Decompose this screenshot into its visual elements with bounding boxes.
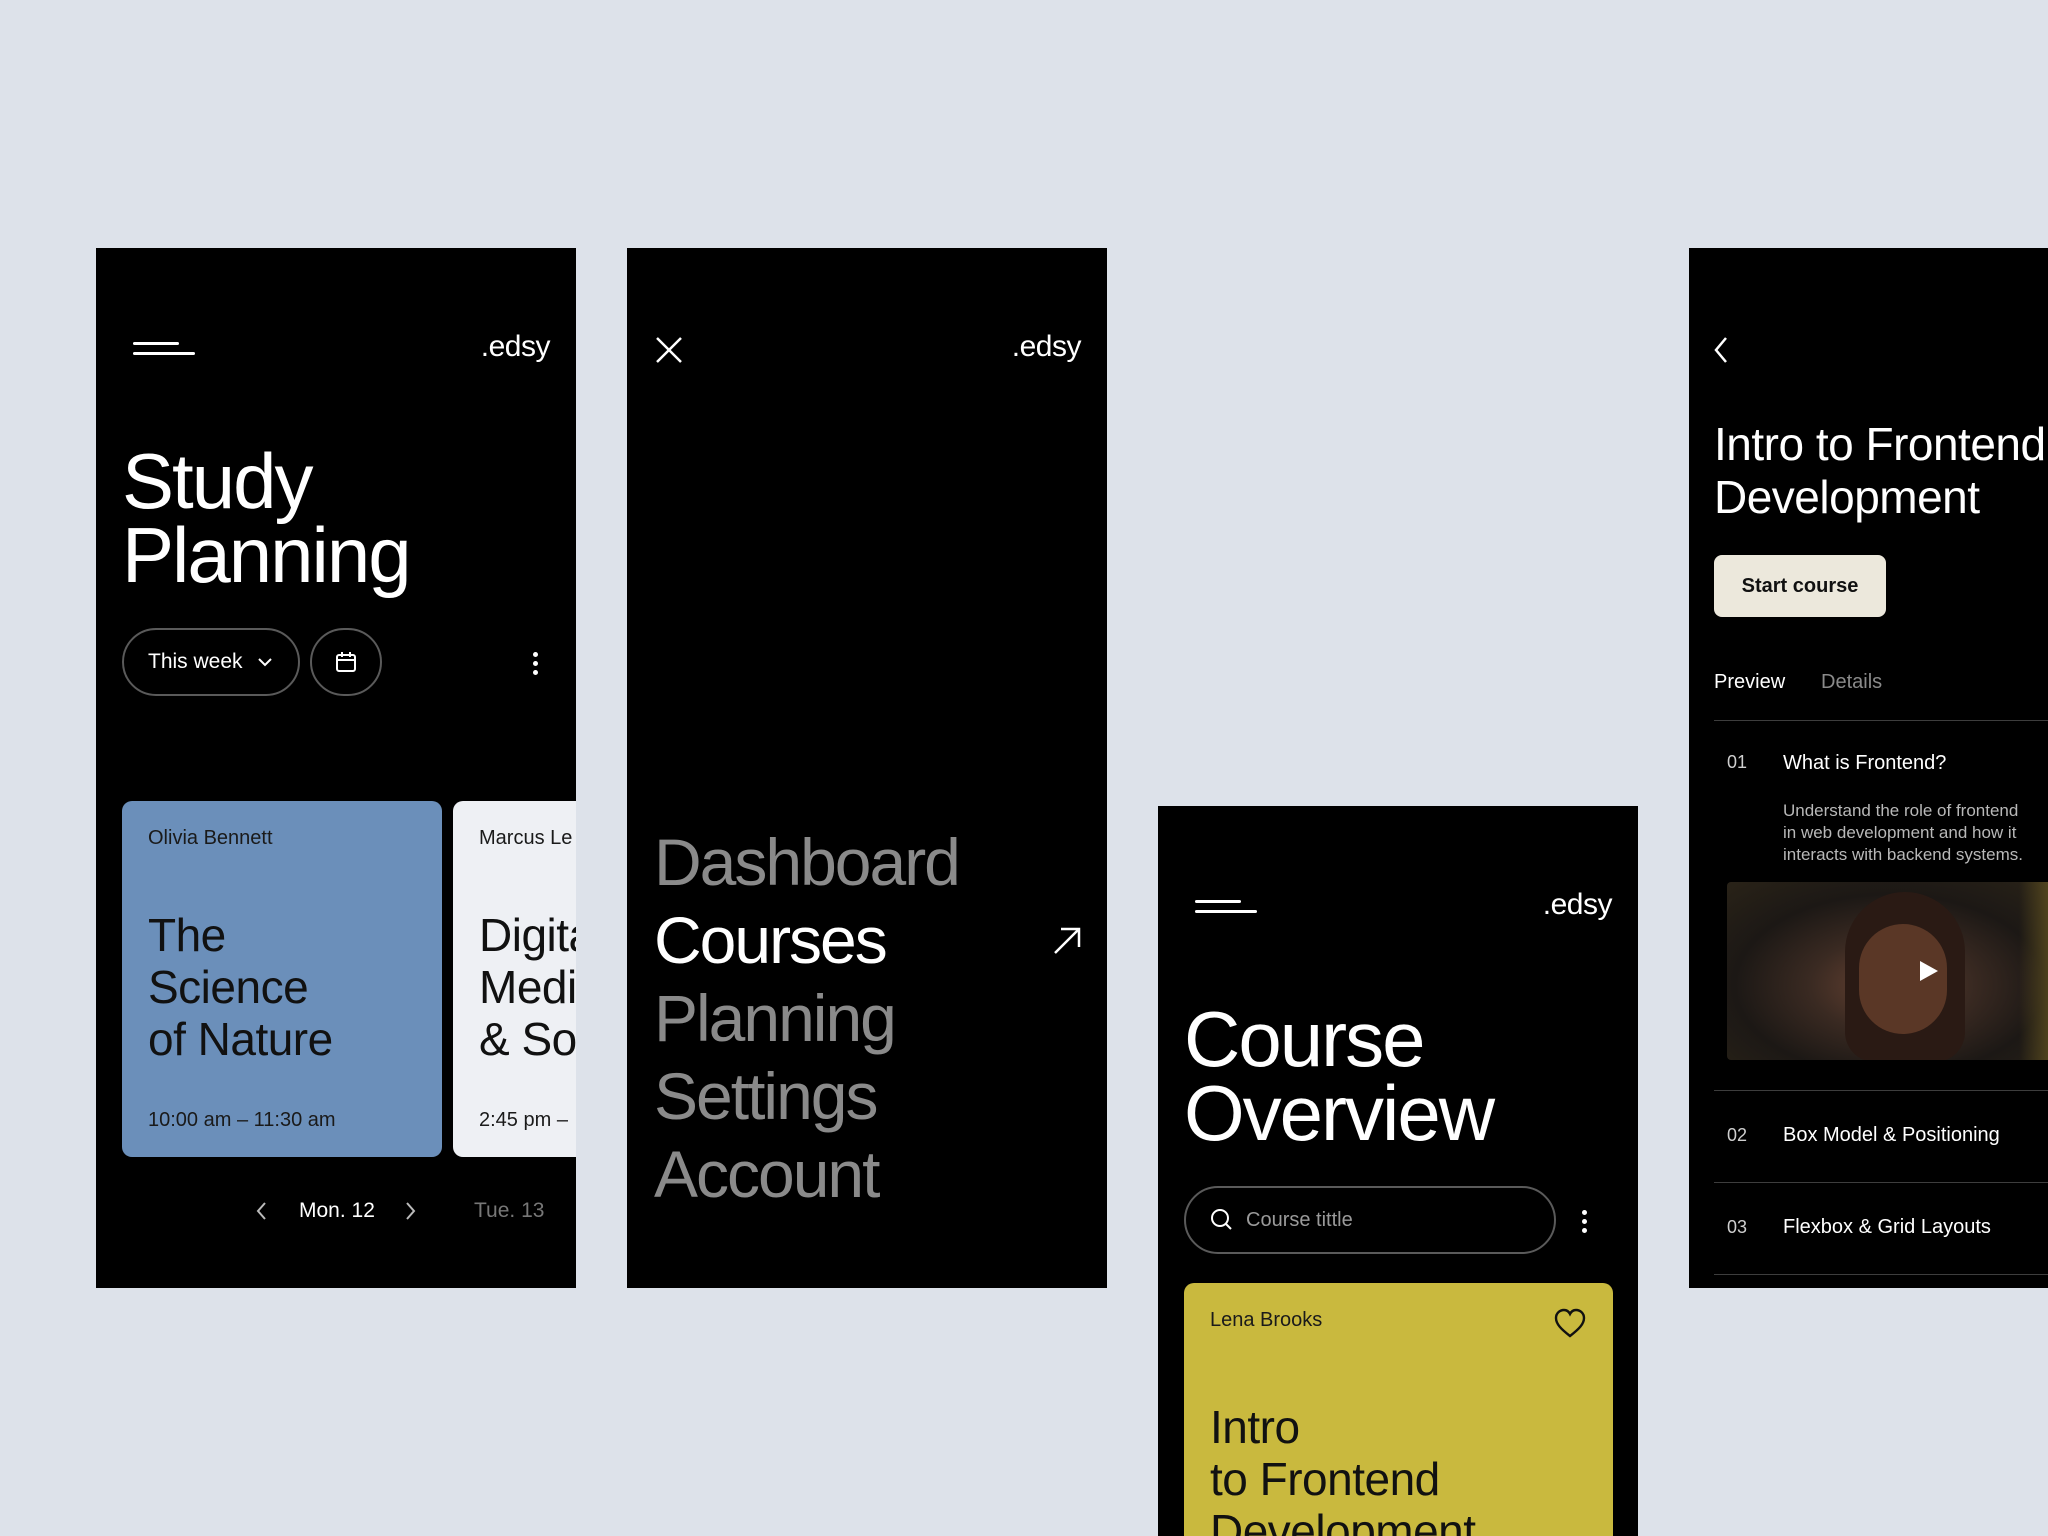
play-icon[interactable] [1915, 958, 1941, 984]
lesson-item[interactable]: 02 Box Model & Positioning [1714, 1090, 2048, 1182]
card-time: 2:45 pm – [479, 1109, 568, 1131]
search-placeholder: Course tittle [1246, 1208, 1353, 1231]
lesson-item[interactable]: 01 What is Frontend? Understand the role… [1714, 720, 2048, 1090]
menu-item-courses[interactable]: Courses [654, 901, 959, 979]
start-course-button[interactable]: Start course [1714, 555, 1886, 617]
brand-logo: .edsy [1011, 330, 1082, 363]
card-time: 10:00 am – 11:30 am [148, 1109, 336, 1131]
course-card[interactable]: Marcus Le Digita Medi & Soc 2:45 pm – [453, 801, 576, 1157]
chevron-right-icon[interactable] [400, 1199, 420, 1223]
menu-item-account[interactable]: Account [654, 1135, 959, 1213]
page-title: Study Planning [122, 437, 412, 599]
menu-item-dashboard[interactable]: Dashboard [654, 823, 961, 901]
brand-logo: .edsy [480, 330, 551, 363]
card-author: Lena Brooks [1210, 1309, 1323, 1331]
tab-preview[interactable]: Preview [1714, 671, 1785, 694]
menu-item-settings[interactable]: Settings [654, 1057, 959, 1135]
lesson-description: Understand the role of frontend in web d… [1783, 801, 2023, 864]
lesson-item[interactable]: 03 Flexbox & Grid Layouts [1714, 1182, 2048, 1274]
page-title: Course Overview [1184, 995, 1495, 1157]
week-filter-label: This week [148, 650, 243, 673]
chevron-left-icon[interactable] [252, 1199, 272, 1223]
next-day[interactable]: Tue. 13 [474, 1199, 544, 1223]
calendar-icon [336, 652, 356, 672]
navigation-menu-screen: .edsy Dashboard Courses Planning Setting… [627, 248, 1107, 1288]
course-overview-screen: .edsy Course Overview Course tittle Lena… [1158, 806, 1638, 1536]
brand-logo: .edsy [1542, 888, 1613, 921]
lesson-number: 02 [1727, 1125, 1748, 1145]
lesson-title: What is Frontend? [1783, 752, 1947, 774]
lesson-number: 01 [1727, 752, 1748, 772]
menu-icon[interactable] [133, 342, 195, 358]
course-card[interactable]: Olivia Bennett The Science of Nature 10:… [122, 801, 442, 1157]
tab-details[interactable]: Details [1821, 671, 1882, 694]
study-planning-screen: .edsy Study Planning This week Olivia Be… [96, 248, 576, 1288]
more-options-icon[interactable] [533, 648, 538, 679]
back-arrow-icon[interactable] [1709, 333, 1733, 367]
more-options-icon[interactable] [1582, 1206, 1587, 1237]
course-detail-screen: Intro to Frontend Development Start cour… [1689, 248, 2048, 1288]
calendar-button[interactable] [310, 628, 382, 696]
lesson-number: 03 [1727, 1217, 1748, 1237]
card-title: Intro to Frontend Development [1210, 1401, 1476, 1536]
lesson-title: Flexbox & Grid Layouts [1783, 1216, 1991, 1238]
current-day: Mon. 12 [299, 1199, 375, 1222]
background-glow [2019, 882, 2048, 1060]
lesson-title: Box Model & Positioning [1783, 1124, 2000, 1146]
menu-item-planning[interactable]: Planning [654, 979, 959, 1057]
card-author: Marcus Le [479, 827, 573, 849]
search-icon [1211, 1209, 1232, 1230]
menu-icon[interactable] [1195, 900, 1257, 916]
arrow-up-right-icon[interactable] [1050, 924, 1084, 958]
video-preview[interactable] [1727, 882, 2048, 1060]
week-filter-dropdown[interactable]: This week [122, 628, 300, 696]
card-author: Olivia Bennett [148, 827, 273, 849]
heart-icon[interactable] [1553, 1307, 1587, 1339]
course-card[interactable]: Lena Brooks Intro to Frontend Developmen… [1184, 1283, 1613, 1536]
course-title: Intro to Frontend Development [1714, 418, 2046, 523]
card-title: The Science of Nature [148, 909, 333, 1065]
search-input[interactable]: Course tittle [1184, 1186, 1556, 1254]
menu-list: Dashboard Courses Planning Settings Acco… [654, 823, 961, 1213]
chevron-down-icon [257, 658, 272, 667]
card-title: Digita Medi & Soc [479, 909, 576, 1065]
close-icon[interactable] [654, 335, 684, 365]
divider [1714, 1274, 2048, 1275]
